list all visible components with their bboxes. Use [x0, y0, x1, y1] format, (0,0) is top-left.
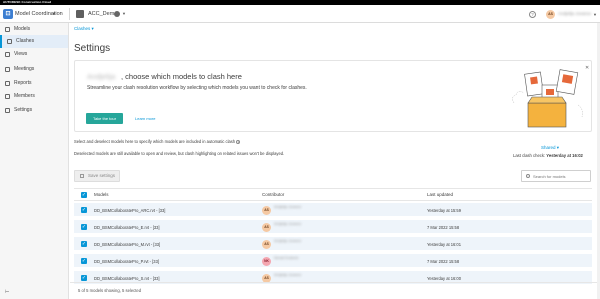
globe-icon	[114, 11, 120, 17]
info-icon[interactable]: i	[236, 139, 241, 144]
info-line-2: Deselected models are still available to…	[74, 151, 285, 156]
row-checkbox[interactable]: ✓	[81, 258, 87, 264]
chevron-down-icon[interactable]: ▼	[122, 9, 126, 19]
table-footer: 5 of 5 models showing, 5 selected	[70, 282, 600, 299]
take-tour-button[interactable]: Take the tour	[86, 113, 123, 124]
sidebar-item-views[interactable]: Views	[0, 48, 68, 61]
banner-title: , choose which models to clash here	[121, 72, 242, 81]
cube-icon	[5, 27, 10, 32]
user-name[interactable]: Andjelija Jovanov	[558, 10, 591, 18]
sidebar-item-label: Members	[14, 93, 35, 99]
column-header-models[interactable]: Models	[94, 189, 109, 201]
learn-more-link[interactable]: Learn more	[135, 113, 155, 124]
sidebar-item-label: Settings	[14, 107, 33, 113]
last-updated: Yesterday at 15:59	[427, 208, 461, 213]
views-icon	[5, 52, 10, 57]
calendar-icon	[5, 67, 10, 72]
contributor-name: Andjelija Jovanov	[274, 239, 302, 243]
onboarding-banner: ✕ Andjelija , choose which models to cla…	[74, 60, 592, 132]
project-name[interactable]: ACC_Demo	[88, 9, 117, 19]
save-settings-label: Save settings	[88, 173, 116, 178]
table-row[interactable]: ✓ DD_BSMCollaboratePro_ARC.rvt - [33] AS An…	[74, 203, 592, 218]
banner-subtitle: Streamline your clash resolution workflo…	[87, 85, 307, 91]
banner-user-name: Andjelija	[87, 72, 116, 81]
search-box[interactable]	[521, 170, 591, 182]
app-header: ⊡ Model Coordination ▼ ACC_Demo ▼ ? AS A…	[0, 5, 600, 23]
row-checkbox[interactable]: ✓	[81, 275, 87, 281]
main-content: Clashes ▾ Settings ✕ Andjelija , choose …	[70, 24, 600, 299]
last-updated: 7 Mar 2022 15:58	[427, 225, 460, 230]
model-name[interactable]: DD_BSMCollaboratePro_P.rvt - [33]	[94, 254, 159, 269]
avatar: AS	[262, 206, 271, 215]
clash-icon	[7, 39, 12, 44]
sidebar-item-label: Clashes	[16, 38, 35, 44]
members-icon	[5, 94, 10, 99]
sidebar-item-clashes[interactable]: Clashes	[0, 35, 68, 48]
sidebar-item-label: Meetings	[14, 66, 35, 72]
table-row[interactable]: ✓ DD_BSMCollaboratePro_M.rvt - [33] AS Andj…	[74, 237, 592, 252]
project-icon	[76, 10, 84, 18]
column-header-contributor[interactable]: Contributor	[262, 189, 284, 201]
table-header: ✓ Models Contributor Last updated	[74, 188, 592, 201]
column-header-last-updated[interactable]: Last updated	[427, 189, 453, 201]
row-checkbox[interactable]: ✓	[81, 224, 87, 230]
avatar: AS	[262, 223, 271, 232]
sidebar-item-meetings[interactable]: Meetings	[0, 63, 68, 76]
sidebar-item-members[interactable]: Members	[0, 90, 68, 103]
avatar: AS	[262, 240, 271, 249]
header-divider	[69, 8, 70, 20]
selection-summary: 5 of 5 models showing, 5 selected	[78, 288, 142, 293]
model-name[interactable]: DD_BSMCollaboratePro_E.rvt - [33]	[94, 220, 160, 235]
row-checkbox[interactable]: ✓	[81, 241, 87, 247]
last-updated: 7 Mar 2022 15:58	[427, 259, 460, 264]
shared-dropdown[interactable]: Shared ▾	[541, 145, 559, 151]
info-text-1: Select and deselect models here to speci…	[74, 139, 241, 144]
save-settings-button[interactable]: Save settings	[74, 170, 120, 182]
sidebar-item-settings[interactable]: Settings	[0, 104, 68, 117]
row-checkbox[interactable]: ✓	[81, 207, 87, 213]
sidebar-item-reports[interactable]: Reports	[0, 77, 68, 90]
model-name[interactable]: DD_BSMCollaboratePro_M.rvt - [33]	[94, 237, 160, 252]
save-icon	[80, 174, 84, 178]
sidebar: Models Clashes Views Meetings Reports Me…	[0, 23, 69, 299]
search-icon	[526, 174, 530, 178]
sidebar-item-label: Views	[14, 51, 28, 57]
last-updated: Yesterday at 16:01	[427, 242, 461, 247]
model-coordination-app-icon[interactable]: ⊡	[3, 9, 13, 19]
last-check-label: Last clash check:	[513, 153, 546, 158]
contributor-name: Andjelija Jovanov	[274, 205, 302, 209]
search-input[interactable]	[533, 172, 589, 180]
select-all-checkbox[interactable]: ✓	[81, 192, 87, 198]
gear-icon	[5, 108, 10, 113]
help-icon[interactable]: ?	[529, 11, 536, 18]
chevron-down-icon[interactable]: ▼	[593, 10, 597, 19]
model-name[interactable]: DD_BSMCollaboratePro_ARC.rvt - [33]	[94, 203, 165, 218]
table-row[interactable]: ✓ DD_BSMCollaboratePro_E.rvt - [33] AS Andj…	[74, 220, 592, 235]
clash-illustration	[512, 69, 583, 128]
chevron-down-icon[interactable]: ▼	[52, 9, 56, 19]
avatar[interactable]: AS	[546, 10, 555, 19]
collapse-sidebar-icon[interactable]: ⊢	[5, 289, 9, 295]
sidebar-item-label: Reports	[14, 80, 32, 86]
contributor-name: Andjelija Jovanov	[274, 222, 302, 226]
page-title: Settings	[74, 43, 111, 54]
avatar: NK	[262, 257, 271, 266]
last-check-value: Yesterday at 16:02	[546, 153, 583, 158]
last-clash-check: Last clash check: Yesterday at 16:02	[513, 153, 583, 158]
contributor-name: Nenad Kostovic	[274, 256, 299, 260]
breadcrumb[interactable]: Clashes ▾	[74, 26, 94, 32]
info-line-1: Select and deselect models here to speci…	[74, 139, 236, 144]
table-row[interactable]: ✓ DD_BSMCollaboratePro_P.rvt - [33] NK Nena…	[74, 254, 592, 269]
report-icon	[5, 81, 10, 86]
